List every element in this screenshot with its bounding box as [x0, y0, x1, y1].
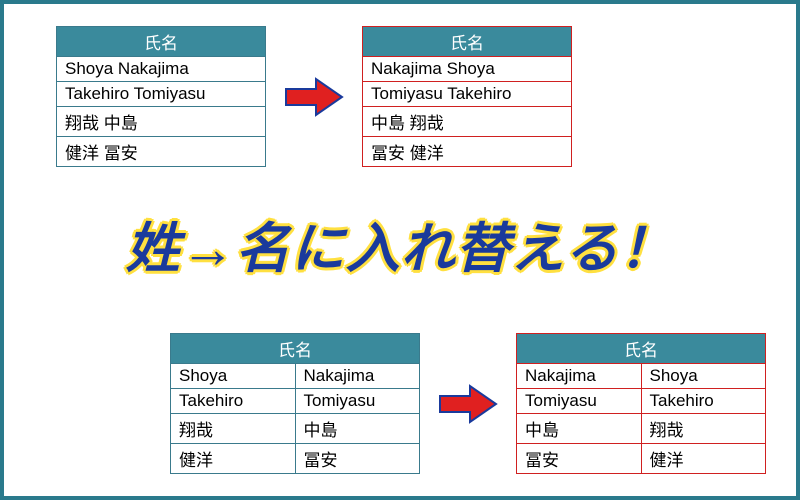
- table-cell: Nakajima: [295, 364, 420, 389]
- arrow-right-icon: [438, 384, 498, 424]
- table-cell: 健洋: [641, 444, 766, 474]
- table-cell: 翔哉: [641, 414, 766, 444]
- table-cell: Tomiyasu: [517, 389, 642, 414]
- table-cell: 冨安: [517, 444, 642, 474]
- top-transformation-row: 氏名 Shoya Nakajima Takehiro Tomiyasu 翔哉 中…: [56, 26, 572, 167]
- table-row: 中島 翔哉: [363, 107, 572, 137]
- bottom-right-table: 氏名 Nakajima Shoya Tomiyasu Takehiro 中島 翔…: [516, 333, 766, 474]
- table-cell: 中島: [517, 414, 642, 444]
- table-cell: 健洋: [171, 444, 296, 474]
- table-cell: 翔哉: [171, 414, 296, 444]
- table-row: 冨安 健洋: [363, 137, 572, 167]
- table-cell: Shoya: [171, 364, 296, 389]
- table-header: 氏名: [363, 27, 572, 57]
- table-cell: Nakajima: [517, 364, 642, 389]
- table-header: 氏名: [171, 334, 420, 364]
- table-row: 翔哉 中島: [57, 107, 266, 137]
- table-row: Tomiyasu Takehiro: [363, 82, 572, 107]
- table-row: Shoya Nakajima: [57, 57, 266, 82]
- table-row: Nakajima Shoya: [363, 57, 572, 82]
- table-row: 健洋 冨安: [57, 137, 266, 167]
- headline-text: 姓→名に入れ替える！: [4, 204, 796, 283]
- bottom-transformation-row: 氏名 Shoya Nakajima Takehiro Tomiyasu 翔哉 中…: [170, 333, 766, 474]
- table-cell: 中島: [295, 414, 420, 444]
- bottom-left-table: 氏名 Shoya Nakajima Takehiro Tomiyasu 翔哉 中…: [170, 333, 420, 474]
- table-cell: Takehiro: [641, 389, 766, 414]
- table-header: 氏名: [57, 27, 266, 57]
- arrow-right-icon: [284, 77, 344, 117]
- table-cell: 冨安: [295, 444, 420, 474]
- top-right-table: 氏名 Nakajima Shoya Tomiyasu Takehiro 中島 翔…: [362, 26, 572, 167]
- table-cell: Shoya: [641, 364, 766, 389]
- table-cell: Takehiro: [171, 389, 296, 414]
- table-cell: Tomiyasu: [295, 389, 420, 414]
- table-header: 氏名: [517, 334, 766, 364]
- table-row: Takehiro Tomiyasu: [57, 82, 266, 107]
- top-left-table: 氏名 Shoya Nakajima Takehiro Tomiyasu 翔哉 中…: [56, 26, 266, 167]
